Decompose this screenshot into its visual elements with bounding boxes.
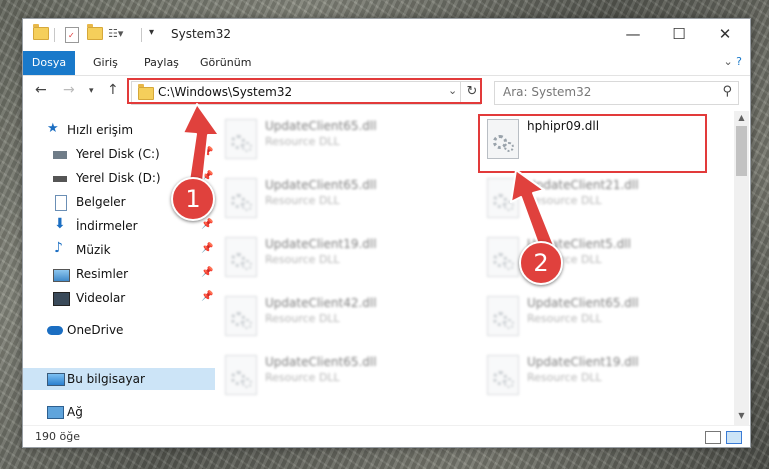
- annotation-arrows: [182, 103, 556, 253]
- arrow-2: [510, 169, 556, 253]
- step-badge-1: 1: [171, 177, 215, 221]
- step-badge-2: 2: [519, 241, 563, 285]
